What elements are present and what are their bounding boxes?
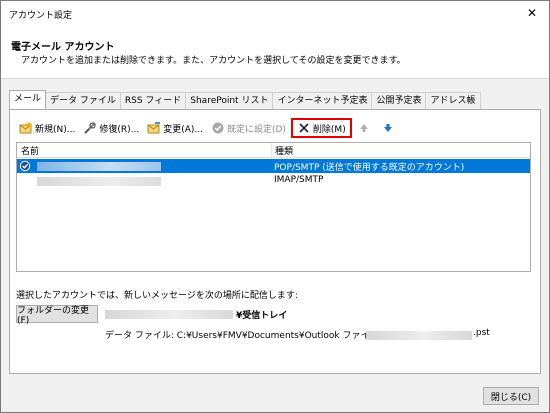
change-account-icon	[147, 121, 161, 135]
header-description: アカウントを追加または削除できます。また、アカウントを選択してその設定を変更でき…	[21, 56, 406, 66]
arrow-up-icon	[357, 121, 371, 135]
new-account-button[interactable]: 新規(N)...	[16, 118, 78, 138]
mail-tab-panel: 新規(N)... 修復(R)... 変更(A)... 既定に設定(D) 削除(M…	[9, 109, 541, 374]
account-name-redacted	[37, 177, 161, 186]
move-up-button[interactable]	[354, 118, 376, 138]
header-title: 電子メール アカウント	[11, 42, 115, 53]
close-button[interactable]: 閉じる(C)	[483, 387, 539, 405]
column-separator	[271, 143, 272, 158]
column-header-name[interactable]: 名前	[21, 144, 39, 157]
tab-rss-feeds[interactable]: RSS フィード	[119, 92, 187, 109]
set-default-button[interactable]: 既定に設定(D)	[208, 118, 289, 138]
change-account-label: 変更(A)...	[163, 124, 203, 135]
data-file-extension: .pst	[473, 328, 490, 338]
default-account-check-icon	[19, 160, 31, 172]
account-type: POP/SMTP (送信で使用する既定のアカウント)	[274, 163, 465, 173]
new-account-icon	[19, 121, 33, 135]
tab-strip: メール データ ファイル RSS フィード SharePoint リスト インタ…	[9, 90, 481, 110]
change-folder-button[interactable]: フォルダーの変更(F)	[16, 305, 98, 326]
header-banner: 電子メール アカウント アカウントを追加または削除できます。また、アカウントを選…	[1, 27, 549, 79]
tab-address-books[interactable]: アドレス帳	[425, 92, 481, 109]
tab-published-calendars[interactable]: 公開予定表	[371, 92, 427, 109]
delivery-folder-redacted	[105, 310, 233, 319]
delivery-description: 選択したアカウントでは、新しいメッセージを次の場所に配信します:	[16, 291, 298, 301]
data-file-name-redacted	[366, 331, 472, 340]
account-row-secondary[interactable]: IMAP/SMTP	[17, 174, 530, 188]
account-row-default[interactable]: POP/SMTP (送信で使用する既定のアカウント)	[17, 159, 530, 173]
delete-x-icon	[297, 121, 311, 135]
tab-internet-calendars[interactable]: インターネット予定表	[272, 92, 373, 109]
window-title: アカウント設定	[9, 11, 73, 21]
delete-account-button[interactable]: 削除(M)	[290, 118, 352, 138]
move-down-button[interactable]	[378, 118, 400, 138]
repair-tools-icon	[83, 121, 97, 135]
new-account-label: 新規(N)...	[35, 124, 76, 135]
tab-sharepoint-lists[interactable]: SharePoint リスト	[185, 92, 274, 109]
set-default-icon	[211, 121, 225, 135]
title-bar: アカウント設定 ✕	[1, 1, 549, 27]
column-header-type[interactable]: 種類	[275, 144, 293, 157]
account-settings-window: アカウント設定 ✕ 電子メール アカウント アカウントを追加または削除できます。…	[0, 0, 550, 413]
change-account-button[interactable]: 変更(A)...	[144, 118, 206, 138]
repair-account-button[interactable]: 修復(R)...	[80, 118, 142, 138]
tab-data-files[interactable]: データ ファイル	[45, 92, 121, 109]
data-file-path-label: データ ファイル: C:¥Users¥FMV¥Documents¥Outlook…	[105, 331, 385, 341]
account-list-header: 名前 種類	[17, 143, 530, 158]
repair-account-label: 修復(R)...	[99, 124, 140, 135]
account-type: IMAP/SMTP	[274, 175, 324, 185]
tab-mail[interactable]: メール	[9, 90, 47, 109]
account-name-redacted	[37, 162, 161, 171]
delete-account-label: 削除(M)	[312, 124, 346, 135]
close-icon[interactable]: ✕	[517, 2, 547, 24]
arrow-down-icon	[381, 121, 395, 135]
set-default-label: 既定に設定(D)	[226, 124, 286, 135]
account-toolbar: 新規(N)... 修復(R)... 変更(A)... 既定に設定(D) 削除(M…	[16, 118, 402, 138]
inbox-folder-label: ¥受信トレイ	[236, 311, 288, 321]
account-list: 名前 種類 POP/SMTP (送信で使用する既定のアカウント) IMAP/SM…	[16, 142, 531, 272]
